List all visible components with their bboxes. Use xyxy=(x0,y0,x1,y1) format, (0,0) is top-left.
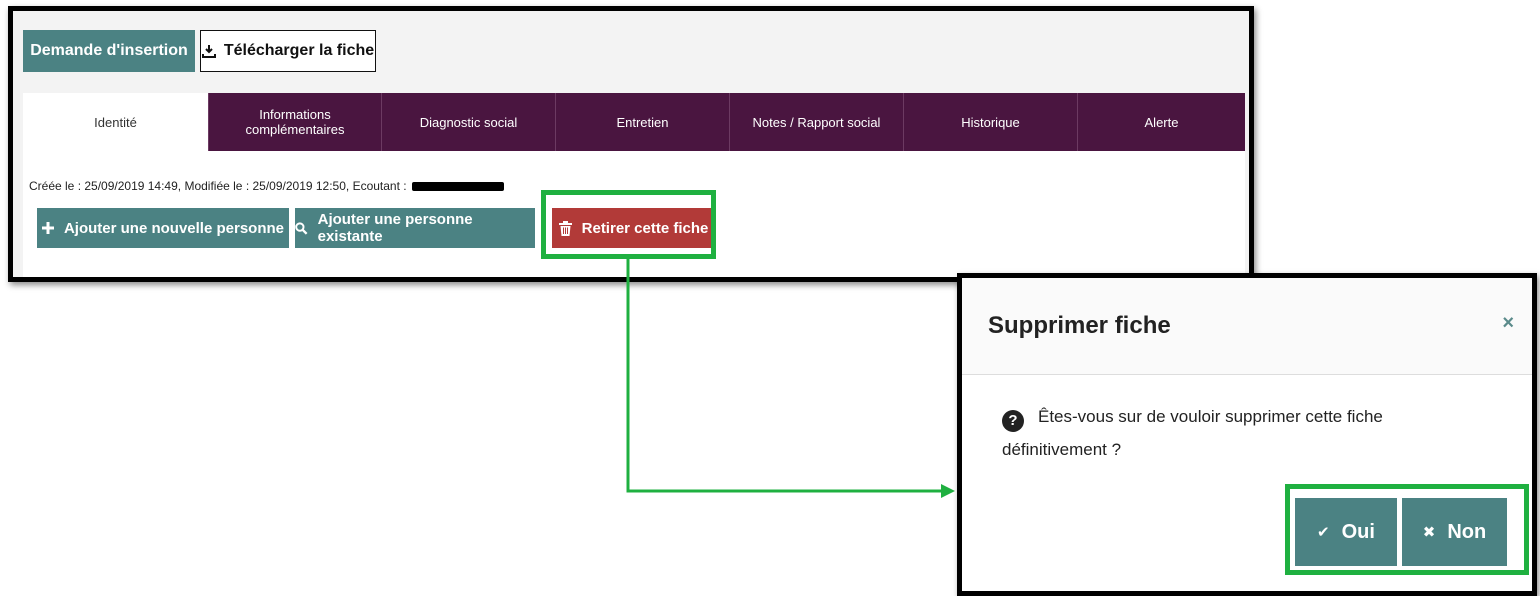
highlight-remove-button xyxy=(541,190,716,259)
tab-historique[interactable]: Historique xyxy=(903,93,1077,151)
close-icon[interactable]: × xyxy=(1502,312,1514,335)
dialog-header: Supprimer fiche × xyxy=(962,278,1532,375)
add-new-person-label: Ajouter une nouvelle personne xyxy=(63,219,285,237)
dialog-message: ? Êtes-vous sur de vouloir supprimer cett… xyxy=(1002,400,1482,466)
add-existing-person-label: Ajouter une personne existante xyxy=(317,211,473,245)
tab-entretien[interactable]: Entretien xyxy=(555,93,729,151)
question-icon: ? xyxy=(1002,410,1024,432)
redacted-name xyxy=(411,182,504,192)
demande-insertion-button[interactable]: Demande d'insertion xyxy=(23,30,195,72)
tab-notes-rapport-social[interactable]: Notes / Rapport social xyxy=(729,93,903,151)
search-icon xyxy=(295,221,308,235)
tab-diagnostic-social[interactable]: Diagnostic social xyxy=(381,93,555,151)
tab-informations-complementaires[interactable]: Informations complémentaires xyxy=(208,93,381,151)
download-icon xyxy=(201,45,216,58)
record-meta-text: Créée le : 25/09/2019 14:49, Modifiée le… xyxy=(29,179,407,193)
tab-identite[interactable]: Identité xyxy=(23,93,208,151)
telecharger-fiche-button[interactable]: Télécharger la fiche xyxy=(200,30,376,72)
plus-icon xyxy=(41,222,54,234)
tab-bar: Identité Informations complémentaires Di… xyxy=(23,93,1245,151)
dialog-title: Supprimer fiche xyxy=(988,312,1171,339)
record-meta: Créée le : 25/09/2019 14:49, Modifiée le… xyxy=(29,179,504,193)
tab-alerte[interactable]: Alerte xyxy=(1077,93,1245,151)
telecharger-label: Télécharger la fiche xyxy=(223,42,375,59)
highlight-dialog-buttons xyxy=(1285,484,1529,575)
dialog-message-text: Êtes-vous sur de vouloir supprimer cette… xyxy=(1002,407,1383,459)
add-new-person-button[interactable]: Ajouter une nouvelle personne xyxy=(37,208,289,248)
add-existing-person-button[interactable]: Ajouter une personne existante xyxy=(295,208,535,248)
